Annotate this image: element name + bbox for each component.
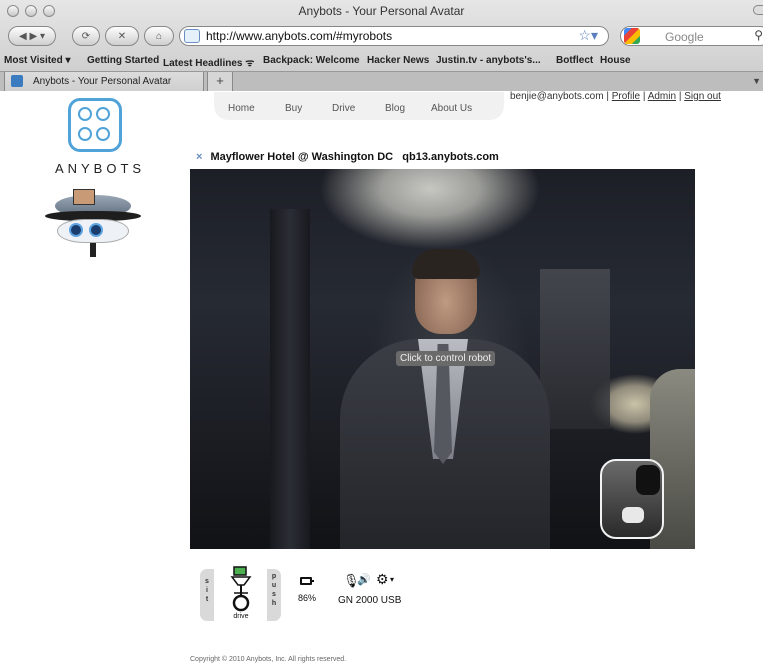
tab-strip: Anybots - Your Personal Avatar + ▼ (0, 71, 763, 92)
push-letter: u (271, 582, 277, 589)
sit-letter: i (206, 587, 208, 594)
reload-icon: ⟳ (81, 31, 91, 42)
battery-icon (300, 577, 314, 585)
robot-video-feed[interactable]: Click to control robot (190, 169, 695, 549)
favicon-icon (11, 75, 23, 87)
robot-stem (90, 243, 96, 257)
window-title: Anybots - Your Personal Avatar (298, 4, 465, 18)
audio-device-name: GN 2000 USB (338, 595, 402, 606)
drive-button[interactable]: drive (218, 565, 264, 625)
video-person (412, 249, 480, 279)
search-bar[interactable]: Google ⚲ (620, 26, 763, 46)
speaker-icon[interactable]: 🔊 (357, 573, 371, 586)
nav-about-us[interactable]: About Us (431, 103, 472, 114)
site-identity-icon[interactable] (184, 29, 200, 43)
reload-button[interactable]: ⟳ (72, 26, 100, 46)
search-engine-icon[interactable] (624, 28, 640, 44)
tab-anybots[interactable]: Anybots - Your Personal Avatar (4, 72, 204, 92)
logo-ring (78, 107, 92, 121)
new-tab-button[interactable]: + (207, 72, 233, 92)
bookmarks-toolbar: Most Visited ▾ Getting Started Latest He… (0, 53, 763, 69)
video-scene (270, 209, 310, 549)
robot-session-title: × Mayflower Hotel @ Washington DC qb13.an… (196, 151, 499, 163)
self-view-thumbnail[interactable] (600, 459, 664, 539)
url-bar[interactable]: http://www.anybots.com/#myrobots ☆▾ (179, 26, 609, 46)
chevron-down-icon[interactable]: ▾ (390, 575, 394, 584)
robot-screen (73, 189, 95, 205)
site-navigation: Home Buy Drive Blog About Us (214, 92, 504, 120)
url-text[interactable]: http://www.anybots.com/#myrobots (206, 29, 392, 43)
logo-ring (96, 107, 110, 121)
copyright-footer: Copyright © 2010 Anybots, Inc. All right… (190, 656, 347, 663)
title-bar: Anybots - Your Personal Avatar (0, 0, 763, 22)
bookmark-star-icon[interactable]: ☆▾ (578, 27, 598, 44)
video-scene (540, 269, 610, 429)
admin-link[interactable]: Admin (648, 91, 676, 102)
search-placeholder[interactable]: Google (665, 30, 704, 44)
anybots-logo-icon[interactable] (68, 98, 122, 152)
bookmark-latest-headlines[interactable]: Latest Headlines ᯤ (163, 55, 254, 69)
separator: | (642, 91, 646, 102)
bookmark-justin-tv[interactable]: Justin.tv - anybots's... (436, 55, 541, 66)
logo-text: ANYBOTS (54, 161, 146, 176)
stop-icon: ✕ (117, 31, 127, 42)
robot-avatar-icon[interactable] (45, 189, 141, 261)
gear-icon[interactable]: ⚙ (376, 571, 389, 588)
back-icon: ◀ ▶ ▾ (19, 31, 45, 42)
robot-controls: s i t drive p u s h 86% 🎙 🔊 ⚙ ▾ GN 2000 … (200, 565, 440, 625)
push-letter: s (272, 591, 276, 598)
user-account-bar: benjie@anybots.com | Profile | Admin | S… (510, 91, 721, 102)
home-button[interactable]: ⌂ (144, 26, 174, 46)
page-content: ANYBOTS Home Buy Drive Blog About Us ben… (0, 91, 763, 663)
browser-chrome: Anybots - Your Personal Avatar ◀ ▶ ▾ ⟳ ✕… (0, 0, 763, 92)
bookmark-house[interactable]: House (600, 55, 631, 66)
tab-list-icon[interactable]: ▼ (752, 76, 761, 86)
user-email: benjie@anybots.com (510, 91, 604, 102)
logo-ring (96, 127, 110, 141)
nav-blog[interactable]: Blog (385, 103, 405, 114)
robot-eye (69, 223, 83, 237)
tab-label: Anybots - Your Personal Avatar (33, 76, 172, 87)
toolbar-toggle-button[interactable] (753, 5, 763, 15)
push-button[interactable]: p u s h (267, 569, 281, 621)
robot-title-text: Mayflower Hotel @ Washington DC qb13.any… (210, 151, 499, 163)
navigation-toolbar: ◀ ▶ ▾ ⟳ ✕ ⌂ http://www.anybots.com/#myro… (0, 24, 763, 49)
search-icon[interactable]: ⚲ (754, 28, 763, 42)
bookmark-most-visited[interactable]: Most Visited ▾ (4, 55, 71, 66)
sit-letter: t (205, 596, 209, 603)
sit-button[interactable]: s i t (200, 569, 214, 621)
nav-home[interactable]: Home (228, 103, 255, 114)
profile-link[interactable]: Profile (612, 91, 640, 102)
separator: | (606, 91, 609, 102)
pip-scene (636, 465, 660, 495)
close-icon[interactable]: × (196, 151, 202, 163)
bookmark-hacker-news[interactable]: Hacker News (367, 55, 429, 66)
separator: | (678, 91, 682, 102)
stop-button[interactable]: ✕ (105, 26, 139, 46)
bookmark-backpack[interactable]: Backpack: Welcome (263, 55, 360, 66)
push-letter: p (271, 573, 277, 580)
logo-ring (78, 127, 92, 141)
sign-out-link[interactable]: Sign out (684, 91, 721, 102)
bookmark-getting-started[interactable]: Getting Started (87, 55, 159, 66)
video-tooltip: Click to control robot (396, 351, 496, 366)
pip-robot (622, 507, 644, 523)
battery-percent: 86% (298, 593, 317, 603)
back-forward-button[interactable]: ◀ ▶ ▾ (8, 26, 56, 46)
push-letter: h (271, 600, 277, 607)
drive-label: drive (233, 613, 249, 620)
sit-letter: s (205, 578, 209, 585)
nav-buy[interactable]: Buy (285, 103, 302, 114)
nav-drive[interactable]: Drive (332, 103, 355, 114)
robot-eye (89, 223, 103, 237)
drive-robot-icon (230, 566, 252, 612)
home-icon: ⌂ (155, 31, 163, 42)
bookmark-botflect[interactable]: Botflect (556, 55, 593, 66)
